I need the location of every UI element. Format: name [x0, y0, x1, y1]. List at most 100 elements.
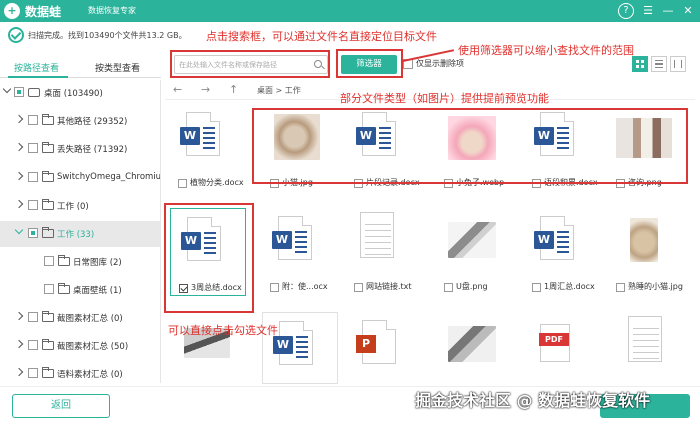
- tree-item-wallpaper[interactable]: 桌面壁纸 (1): [0, 277, 160, 303]
- tree-checkbox[interactable]: [44, 256, 54, 266]
- folder-icon: [42, 367, 54, 378]
- folder-icon: [42, 114, 54, 125]
- pdf-file-icon: PDF: [539, 324, 570, 362]
- tab-by-type[interactable]: 按类型查看: [95, 61, 140, 74]
- watermark: 掘金技术社区 @ 数据蛙恢复软件: [415, 391, 651, 410]
- tree-item-daily-gallery[interactable]: 日常图库 (2): [0, 249, 160, 275]
- ppt-file-icon: P: [356, 320, 396, 364]
- chevron-down-icon[interactable]: [2, 84, 12, 94]
- folder-icon: [42, 227, 54, 238]
- chevron-right-icon[interactable]: [14, 114, 24, 124]
- chevron-right-icon[interactable]: [14, 367, 24, 377]
- file-name: 网站链接.txt: [366, 282, 412, 291]
- tree-item-switchyomega[interactable]: SwitchyOmega_Chromium: [0, 165, 161, 191]
- chevron-right-icon[interactable]: [14, 142, 24, 152]
- tree-checkbox[interactable]: [28, 143, 38, 153]
- file-card[interactable]: W 1周汇总.docx: [524, 208, 600, 296]
- doc-lines: [203, 127, 215, 149]
- file-card[interactable]: W 附：使...ocx: [262, 208, 338, 296]
- file-checkbox[interactable]: [270, 283, 279, 292]
- detail-icon: [674, 60, 682, 68]
- grid-view-button[interactable]: [632, 56, 648, 72]
- up-arrow-icon[interactable]: ↑: [229, 83, 238, 96]
- word-badge: W: [273, 336, 293, 354]
- filter-tip: 使用筛选器可以缩小查找文件的范围: [458, 44, 634, 57]
- tab-underline: [8, 76, 68, 78]
- doc-lines: [557, 231, 569, 253]
- tree-checkbox[interactable]: [14, 87, 24, 97]
- tree-item-corpus[interactable]: 语料素材汇总 (0): [0, 361, 160, 383]
- folder-icon: [42, 199, 54, 210]
- tree-item-work-0[interactable]: 工作 (0): [0, 193, 160, 219]
- show-deleted-label: 仅显示删除项: [416, 59, 464, 68]
- chevron-right-icon[interactable]: [14, 311, 24, 321]
- file-checkbox[interactable]: [354, 283, 363, 292]
- file-card[interactable]: U盘.png: [436, 208, 512, 296]
- file-name: 1周汇总.docx: [544, 282, 595, 291]
- search-highlight-box: [170, 50, 330, 78]
- chevron-right-icon[interactable]: [14, 199, 24, 209]
- tree-checkbox[interactable]: [28, 312, 38, 322]
- folder-tree: 桌面 (103490) 其他路径 (29352) 丢失路径 (71392) Sw…: [0, 80, 161, 383]
- chevron-down-icon[interactable]: [14, 225, 24, 235]
- search-tip: 点击搜索框，可以通过文件名直接定位目标文件: [206, 30, 437, 43]
- text-file-icon: [360, 212, 394, 258]
- file-card[interactable]: 熟睡的小猫.jpg: [608, 208, 684, 296]
- tree-checkbox[interactable]: [28, 368, 38, 378]
- word-file-icon: W: [180, 112, 220, 156]
- word-badge: W: [180, 127, 200, 145]
- file-name: 植物分类.docx: [190, 178, 244, 187]
- drive-icon: [28, 88, 40, 97]
- ppt-badge: P: [356, 335, 376, 353]
- help-icon[interactable]: ?: [618, 3, 634, 19]
- file-checkbox[interactable]: [532, 283, 541, 292]
- forward-arrow-icon[interactable]: →: [201, 83, 210, 96]
- sleeping-cat-thumbnail: [630, 218, 658, 262]
- tree-item-other-paths[interactable]: 其他路径 (29352): [0, 108, 160, 134]
- detail-view-button[interactable]: [670, 56, 686, 72]
- tree-item-lost-paths[interactable]: 丢失路径 (71392): [0, 136, 160, 162]
- scan-status-text: 扫描完成。找到103490个文件共13.2 GB。: [28, 31, 187, 40]
- back-button[interactable]: 返回: [12, 394, 110, 418]
- tree-item-label: 工作 (33): [57, 230, 95, 240]
- file-card[interactable]: PDF: [524, 312, 600, 384]
- tree-item-label: 丢失路径 (71392): [57, 145, 128, 155]
- chevron-right-icon[interactable]: [14, 339, 24, 349]
- tab-by-path[interactable]: 按路径查看: [14, 61, 59, 74]
- grid-icon: [636, 60, 644, 68]
- tree-checkbox[interactable]: [28, 340, 38, 350]
- file-card[interactable]: 网站链接.txt: [346, 208, 422, 296]
- back-arrow-icon[interactable]: ←: [173, 83, 182, 96]
- app-logo-icon: +: [4, 3, 20, 19]
- tree-checkbox[interactable]: [28, 228, 38, 238]
- tree-item-desktop[interactable]: 桌面 (103490): [0, 80, 160, 106]
- tree-checkbox[interactable]: [28, 115, 38, 125]
- file-card[interactable]: W 植物分类.docx: [170, 104, 246, 192]
- word-badge: W: [272, 231, 292, 249]
- tree-item-label: 语料素材汇总 (0): [57, 370, 123, 380]
- file-checkbox[interactable]: [444, 283, 453, 292]
- file-card[interactable]: [608, 312, 684, 384]
- menu-icon[interactable]: ☰: [640, 3, 656, 19]
- file-checkbox[interactable]: [616, 283, 625, 292]
- select-tip: 可以直接点击勾选文件: [168, 324, 278, 337]
- list-view-button[interactable]: [651, 56, 667, 72]
- tree-item-work-33[interactable]: 工作 (33): [0, 221, 160, 247]
- file-card[interactable]: [436, 312, 512, 384]
- title-bar: + 数据蛙 数据恢复专家 ? ☰ — ✕: [0, 0, 700, 22]
- tree-item-screenshots-0[interactable]: 截图素材汇总 (0): [0, 305, 160, 331]
- file-name: 熟睡的小猫.jpg: [628, 282, 683, 291]
- minimize-icon[interactable]: —: [660, 3, 676, 19]
- tree-checkbox[interactable]: [44, 284, 54, 294]
- close-icon[interactable]: ✕: [680, 3, 696, 19]
- tree-item-label: SwitchyOmega_Chromium: [57, 172, 161, 182]
- tree-item-screenshots-50[interactable]: 截图素材汇总 (50): [0, 333, 160, 359]
- doc-lines: [295, 231, 307, 253]
- tree-checkbox[interactable]: [28, 172, 38, 182]
- select-highlight-box: [164, 203, 254, 313]
- app-name: 数据蛙: [25, 5, 62, 19]
- chevron-right-icon[interactable]: [14, 171, 24, 181]
- file-checkbox[interactable]: [178, 179, 187, 188]
- tree-checkbox[interactable]: [28, 200, 38, 210]
- file-card[interactable]: P: [346, 312, 422, 384]
